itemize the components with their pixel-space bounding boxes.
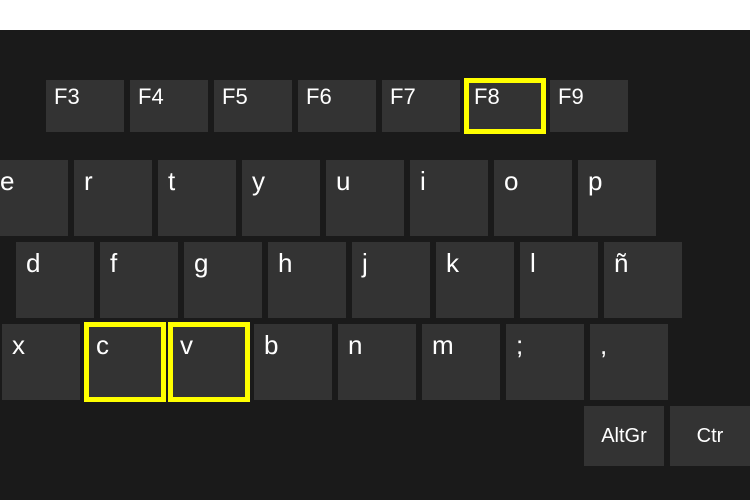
key-f[interactable]: f — [100, 242, 178, 318]
key-k[interactable]: k — [436, 242, 514, 318]
key-j[interactable]: j — [352, 242, 430, 318]
modifier-key-row: AltGr Ctr — [0, 406, 750, 466]
spacer — [12, 406, 578, 466]
key-x[interactable]: x — [2, 324, 80, 400]
function-key-row: F3 F4 F5 F6 F7 F8 F9 — [0, 80, 750, 132]
key-l[interactable]: l — [520, 242, 598, 318]
key-f8[interactable]: F8 — [466, 80, 544, 132]
key-m[interactable]: m — [422, 324, 500, 400]
key-e[interactable]: e — [0, 160, 68, 236]
key-r[interactable]: r — [74, 160, 152, 236]
key-f5[interactable]: F5 — [214, 80, 292, 132]
key-o[interactable]: o — [494, 160, 572, 236]
key-semicolon[interactable]: ; — [506, 324, 584, 400]
key-b[interactable]: b — [254, 324, 332, 400]
key-enye[interactable]: ñ — [604, 242, 682, 318]
key-y[interactable]: y — [242, 160, 320, 236]
key-c[interactable]: c — [86, 324, 164, 400]
key-f3[interactable]: F3 — [46, 80, 124, 132]
on-screen-keyboard: F3 F4 F5 F6 F7 F8 F9 e r t y u i o p d f… — [0, 30, 750, 500]
key-comma[interactable]: , — [590, 324, 668, 400]
key-u[interactable]: u — [326, 160, 404, 236]
key-f6[interactable]: F6 — [298, 80, 376, 132]
key-v[interactable]: v — [170, 324, 248, 400]
top-letter-row: e r t y u i o p — [0, 160, 750, 236]
key-d[interactable]: d — [16, 242, 94, 318]
key-h[interactable]: h — [268, 242, 346, 318]
home-letter-row: d f g h j k l ñ — [0, 242, 750, 318]
key-f7[interactable]: F7 — [382, 80, 460, 132]
key-f4[interactable]: F4 — [130, 80, 208, 132]
key-n[interactable]: n — [338, 324, 416, 400]
key-t[interactable]: t — [158, 160, 236, 236]
key-i[interactable]: i — [410, 160, 488, 236]
key-p[interactable]: p — [578, 160, 656, 236]
key-f9[interactable]: F9 — [550, 80, 628, 132]
key-altgr[interactable]: AltGr — [584, 406, 664, 466]
key-ctrl[interactable]: Ctr — [670, 406, 750, 466]
bottom-letter-row: x c v b n m ; , — [0, 324, 750, 400]
key-g[interactable]: g — [184, 242, 262, 318]
